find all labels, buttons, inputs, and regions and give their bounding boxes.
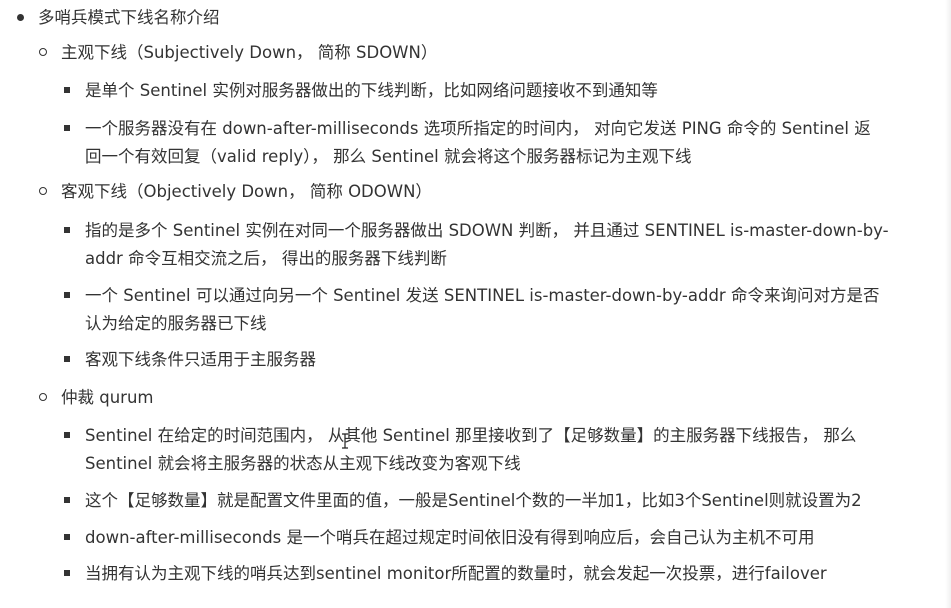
text-cursor-icon — [342, 433, 348, 449]
disc-bullet — [17, 14, 24, 21]
list-item: 这个【足够数量】就是配置文件里面的值，一般是Sentinel个数的一半加1，比如… — [85, 491, 862, 510]
square-bullet — [64, 497, 70, 503]
list-item-line: 回一个有效回复（valid reply）， 那么 Sentinel 就会将这个服… — [85, 147, 692, 166]
list-item-line: 一个 Sentinel 可以通过向另一个 Sentinel 发送 SENTINE… — [85, 286, 880, 305]
section-title: 客观下线（Objectively Down， 简称 ODOWN） — [61, 182, 432, 201]
square-bullet — [64, 570, 70, 576]
square-bullet — [64, 87, 70, 93]
list-item-line: Sentinel 就会将主服务器的状态从主观下线改变为客观下线 — [85, 454, 521, 473]
list-item: 当拥有认为主观下线的哨兵达到sentinel monitor所配置的数量时，就会… — [85, 564, 827, 583]
square-bullet — [64, 227, 70, 233]
square-bullet — [64, 292, 70, 298]
square-bullet — [64, 356, 70, 362]
list-item: down-after-milliseconds 是一个哨兵在超过规定时间依旧没有… — [85, 528, 815, 547]
list-item-line: Sentinel 在给定的时间范围内， 从其他 Sentinel 那里接收到了【… — [85, 426, 857, 445]
square-bullet — [64, 534, 70, 540]
list-item-line: 指的是多个 Sentinel 实例在对同一个服务器做出 SDOWN 判断， 并且… — [85, 221, 889, 240]
list-item: 客观下线条件只适用于主服务器 — [85, 350, 316, 369]
list-item-line: 一个服务器没有在 down-after-milliseconds 选项所指定的时… — [85, 119, 871, 138]
square-bullet — [64, 125, 70, 131]
list-item-level1: 多哨兵模式下线名称介绍 — [38, 8, 220, 27]
page-edge — [945, 0, 951, 608]
circle-bullet — [39, 187, 47, 195]
square-bullet — [64, 432, 70, 438]
circle-bullet — [39, 48, 47, 56]
list-item: 是单个 Sentinel 实例对服务器做出的下线判断，比如网络问题接收不到通知等 — [85, 81, 658, 100]
section-title: 仲裁 qurum — [61, 388, 154, 407]
document-page: 多哨兵模式下线名称介绍 主观下线（Subjectively Down， 简称 S… — [0, 0, 951, 608]
list-item-line: 认为给定的服务器已下线 — [85, 314, 267, 333]
circle-bullet — [39, 393, 47, 401]
list-item-line: addr 命令互相交流之后， 得出的服务器下线判断 — [85, 249, 447, 268]
section-title: 主观下线（Subjectively Down， 简称 SDOWN） — [61, 43, 438, 62]
